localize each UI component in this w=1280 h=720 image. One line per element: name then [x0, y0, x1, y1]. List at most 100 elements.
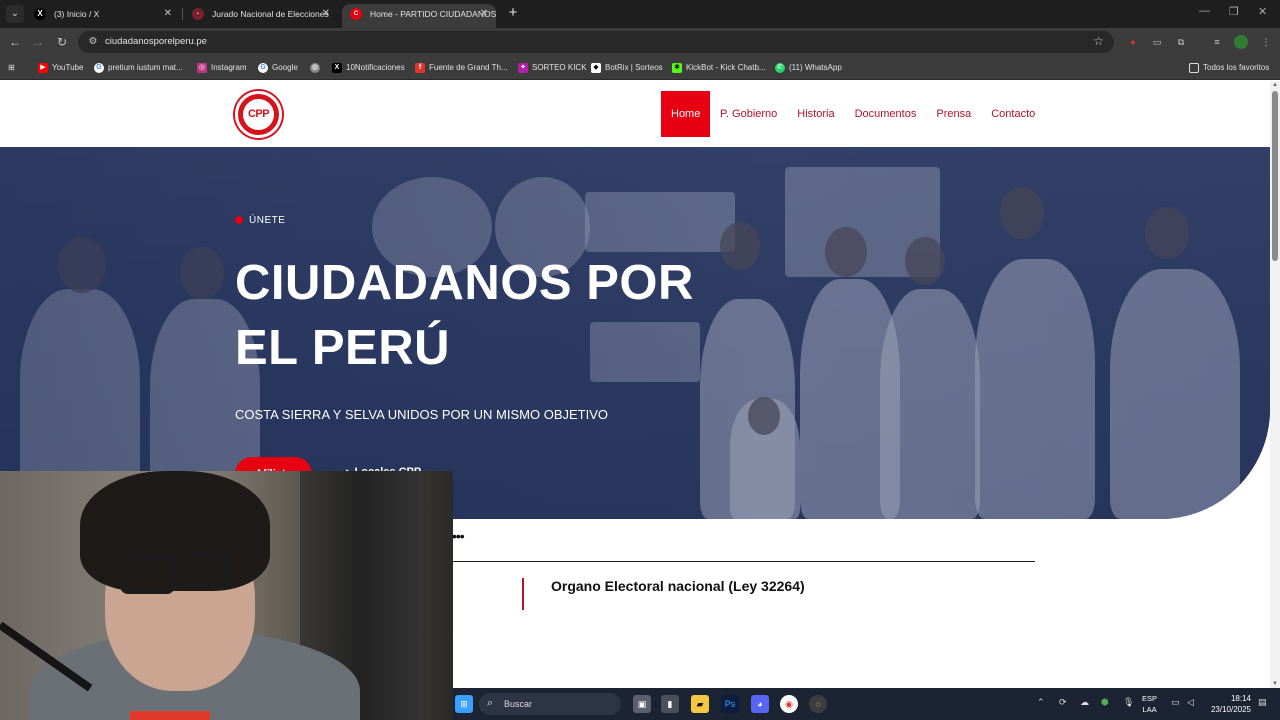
- browser-tab-strip: ⌄ X (3) Inicio / X ✕ · Jurado Nacional d…: [0, 0, 1280, 28]
- photoshop-icon[interactable]: Ps: [721, 695, 739, 713]
- taskbar-clock[interactable]: 18:14 23/10/2025: [1205, 693, 1251, 715]
- section-dots: •••: [452, 528, 465, 544]
- nav-historia[interactable]: Historia: [787, 91, 844, 137]
- notification-icon[interactable]: ▤: [1258, 697, 1267, 708]
- bookmark-whatsapp[interactable]: ✆ (11) WhatsApp: [775, 61, 842, 75]
- minimize-icon[interactable]: —: [1199, 5, 1210, 17]
- site-header: CPP Home P. Gobierno Historia Documentos…: [0, 81, 1270, 147]
- clock-time: 18:14: [1230, 694, 1251, 703]
- scroll-down-icon[interactable]: ▼: [1271, 681, 1279, 687]
- profile-avatar-icon[interactable]: [1234, 35, 1248, 49]
- bookmarks-bar: ⊞ ▶ YouTube Gpretium iustum mat... ◎ Insta…: [0, 56, 1280, 80]
- close-icon[interactable]: ✕: [322, 4, 330, 24]
- url-text[interactable]: ciudadanosporelperu.pe: [105, 31, 207, 53]
- security-icon[interactable]: ⬢: [1101, 697, 1109, 708]
- bookmark-label: 10Notificaciones: [346, 63, 405, 72]
- bookmark-fuente-gta[interactable]: f Fuente de Grand Th...: [415, 61, 508, 75]
- tray-sync-icon[interactable]: ⟳: [1059, 697, 1067, 708]
- bookmark-pretium[interactable]: Gpretium iustum mat...: [94, 61, 183, 75]
- google-icon: G: [94, 63, 104, 73]
- nav-prensa[interactable]: Prensa: [926, 91, 981, 137]
- x-logo-icon: X: [34, 8, 46, 20]
- youtube-icon: ▶: [38, 63, 48, 73]
- discord-icon[interactable]: ◕: [751, 695, 769, 713]
- apps-grid-icon[interactable]: ⊞: [8, 61, 15, 75]
- bookmark-label: KickBot - Kick Chatb...: [686, 63, 766, 72]
- page-scrollbar[interactable]: ▲ ▼: [1270, 81, 1280, 688]
- obs-icon[interactable]: ◌: [809, 695, 827, 713]
- taskbar-search[interactable]: ⌕ Buscar: [479, 693, 621, 715]
- cpp-icon: C: [350, 8, 362, 20]
- nav-contacto[interactable]: Contacto: [981, 91, 1045, 137]
- nav-documentos[interactable]: Documentos: [845, 91, 927, 137]
- address-bar[interactable]: ⚙ ciudadanosporelperu.pe ☆: [78, 31, 1114, 53]
- jne-icon: ·: [192, 8, 204, 20]
- nav-plan-gobierno[interactable]: P. Gobierno: [710, 91, 787, 137]
- bookmark-10notificaciones[interactable]: X 10Notificaciones: [332, 61, 405, 75]
- task-view-icon[interactable]: ▣: [633, 695, 651, 713]
- instagram-icon: ◎: [197, 63, 207, 73]
- nav-home[interactable]: Home: [661, 91, 710, 137]
- tab-title: Jurado Nacional de Elecciones: [212, 9, 329, 19]
- tab-title: Home - PARTIDO CIUDADANOS: [370, 9, 496, 19]
- tab-search-icon[interactable]: ⌄: [6, 5, 24, 23]
- hero-section: ÚNETE CIUDADANOS POR EL PERÚ COSTA SIERR…: [0, 147, 1270, 519]
- chrome-icon[interactable]: ◉: [780, 695, 798, 713]
- eyebrow-text: ÚNETE: [249, 215, 286, 226]
- file-explorer-icon[interactable]: ▰: [691, 695, 709, 713]
- bookmark-google[interactable]: G Google: [258, 61, 298, 75]
- main-nav: Home P. Gobierno Historia Documentos Pre…: [661, 91, 1045, 137]
- reading-list-icon[interactable]: ≡: [1210, 35, 1224, 49]
- cpp-logo[interactable]: CPP: [235, 91, 282, 138]
- bookmark-label: Google: [272, 63, 298, 72]
- language-indicator[interactable]: ESP LAA: [1142, 693, 1157, 715]
- microphone-icon[interactable]: 🎙: [1123, 697, 1134, 708]
- tab-jne[interactable]: · Jurado Nacional de Elecciones ✕: [184, 4, 338, 28]
- accent-bar: [522, 578, 524, 610]
- windows-start-icon[interactable]: ⊞: [455, 695, 473, 713]
- search-icon: ⌕: [487, 697, 494, 709]
- scroll-thumb[interactable]: [1272, 91, 1278, 261]
- site-info-icon[interactable]: ⚙: [86, 35, 100, 49]
- bookmark-sorteo-kick[interactable]: ✦ SORTEO KICK: [518, 61, 587, 75]
- tab-cpp-home[interactable]: C Home - PARTIDO CIUDADANOS ✕: [342, 4, 496, 28]
- new-tab-button[interactable]: +: [505, 4, 521, 22]
- bookmark-globe[interactable]: ◍: [310, 61, 324, 75]
- whatsapp-icon: ✆: [775, 63, 785, 73]
- section-divider: [452, 561, 1035, 562]
- bookmark-star-icon[interactable]: ☆: [1093, 34, 1104, 48]
- language-code: ESP: [1142, 694, 1158, 703]
- network-icon[interactable]: ▭: [1171, 697, 1180, 708]
- scroll-up-icon[interactable]: ▲: [1271, 82, 1279, 88]
- bookmark-botrix[interactable]: ◆ BotRix | Sorteos: [591, 61, 663, 75]
- bookmark-instagram[interactable]: ◎ Instagram: [197, 61, 247, 75]
- all-bookmarks-folder[interactable]: Todos los favoritos: [1189, 61, 1269, 75]
- kickbot-icon: ✱: [672, 63, 682, 73]
- folder-icon: [1189, 63, 1199, 73]
- bookmark-youtube[interactable]: ▶ YouTube: [38, 61, 83, 75]
- windows-taskbar: ⊞ ⌕ Buscar ▣ ▮ ▰ Ps ◕ ◉ ◌ ⌃ ⟳ ☁ ⬢ 🎙 ESP L…: [453, 688, 1280, 720]
- tab-x[interactable]: X (3) Inicio / X ✕: [26, 4, 180, 28]
- close-window-icon[interactable]: ✕: [1258, 5, 1267, 18]
- tray-overflow-icon[interactable]: ⌃: [1037, 697, 1045, 708]
- app-icon[interactable]: ▮: [661, 695, 679, 713]
- extension-red-icon[interactable]: ●: [1126, 35, 1140, 49]
- close-icon[interactable]: ✕: [480, 4, 488, 24]
- volume-icon[interactable]: ◁: [1187, 697, 1194, 708]
- search-placeholder: Buscar: [504, 699, 533, 709]
- keyboard-layout: LAA: [1142, 705, 1157, 714]
- hero-subtitle: COSTA SIERRA Y SELVA UNIDOS POR UN MISMO…: [235, 407, 608, 422]
- extension-card-icon[interactable]: ▭: [1150, 35, 1164, 49]
- bookmark-kickbot[interactable]: ✱ KickBot - Kick Chatb...: [672, 61, 766, 75]
- close-icon[interactable]: ✕: [164, 4, 172, 24]
- reload-icon[interactable]: ↻: [54, 34, 70, 50]
- forward-icon[interactable]: →: [30, 34, 46, 50]
- clock-date: 23/10/2025: [1210, 705, 1251, 714]
- back-icon[interactable]: ←: [7, 34, 23, 50]
- menu-kebab-icon[interactable]: ⋮: [1259, 35, 1273, 49]
- onedrive-icon[interactable]: ☁: [1080, 697, 1089, 708]
- browser-toolbar: ← → ↻ ⚙ ciudadanosporelperu.pe ☆ ● ▭ ⧉ ≡…: [0, 28, 1280, 56]
- globe-icon: ◍: [310, 63, 320, 73]
- extensions-puzzle-icon[interactable]: ⧉: [1174, 35, 1188, 49]
- restore-icon[interactable]: ❐: [1229, 5, 1239, 18]
